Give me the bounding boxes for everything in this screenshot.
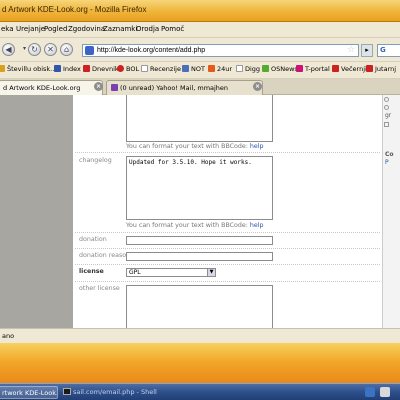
window-title: d Artwork KDE-Look.org - Mozilla Firefox (2, 5, 147, 14)
bookmark-icon (332, 65, 339, 72)
back-arrow-icon[interactable]: ◀ (2, 43, 15, 56)
other-license-label: other license (79, 285, 120, 292)
taskbar: rtwork KDE-Look.org ... sail.com/email.p… (0, 383, 400, 400)
bookmark-icon (262, 65, 269, 72)
radio-button[interactable] (384, 97, 389, 102)
other-license-textarea[interactable] (126, 285, 273, 328)
yahoo-icon (111, 84, 118, 91)
sidebar-heading: Co (385, 151, 394, 158)
left-margin (0, 95, 73, 328)
license-value: GPL (129, 269, 141, 276)
donation-field[interactable] (126, 236, 273, 245)
donation-reason-field[interactable] (126, 252, 273, 261)
page-content: You can format your text with BBCode: he… (0, 95, 400, 328)
bookmark-item[interactable]: 24ur (208, 65, 232, 76)
bookmark-star-icon[interactable]: ☆ (347, 45, 355, 55)
right-sidebar: gr Co P (382, 95, 400, 328)
bookmark-item[interactable]: Digg (236, 65, 260, 76)
bookmark-item[interactable]: Index (54, 65, 81, 76)
bookmark-icon (141, 65, 148, 72)
tab-yahoo-mail[interactable]: (0 unread) Yahoo! Mail, mmajhen (106, 80, 263, 95)
bookmark-icon (366, 65, 373, 72)
bookmarks-toolbar: Števillu obisk... Index Dnevnik BOL Rece… (0, 62, 400, 79)
close-tab-icon[interactable]: × (94, 82, 103, 91)
donation-reason-label: donation reason (79, 252, 131, 259)
tab-bar: d Artwork KDE-Look.org × (0 unread) Yaho… (0, 79, 400, 95)
bookmark-item[interactable]: OSNews (262, 65, 298, 76)
changelog-label: changelog (79, 157, 112, 164)
browser-window: d Artwork KDE-Look.org - Mozilla Firefox… (0, 0, 400, 343)
terminal-icon (63, 388, 71, 395)
donation-label: donation (79, 236, 107, 243)
bookmark-item[interactable]: Števillu obisk... (0, 65, 56, 76)
reload-icon[interactable]: ↻ (28, 43, 41, 56)
menu-item-tools[interactable]: Orodja (136, 25, 159, 33)
upload-form: You can format your text with BBCode: he… (73, 95, 382, 328)
tab-label: d Artwork KDE-Look.org (3, 84, 81, 92)
menu-item-help[interactable]: Pomoč (161, 25, 184, 33)
bbcode-hint: You can format your text with BBCode: he… (126, 143, 264, 150)
tab-label: (0 unread) Yahoo! Mail, mmajhen (120, 84, 229, 92)
sidebar-link[interactable]: P (385, 159, 389, 166)
divider (75, 152, 380, 153)
search-box[interactable]: G (377, 44, 400, 57)
divider (75, 248, 380, 249)
bookmark-icon (182, 65, 189, 72)
license-label: license (79, 268, 104, 275)
tab-kde-look[interactable]: d Artwork KDE-Look.org (0, 80, 103, 95)
title-bar[interactable]: d Artwork KDE-Look.org - Mozilla Firefox (0, 0, 400, 22)
site-favicon-icon (85, 46, 94, 55)
bookmark-item[interactable]: Recenzije (141, 65, 181, 76)
sidebar-text: gr (385, 112, 392, 119)
menu-item-view[interactable]: Pogled (44, 25, 67, 33)
license-select[interactable]: GPL ▼ (126, 268, 216, 277)
bookmark-icon (236, 65, 243, 72)
close-tab-icon[interactable]: × (253, 82, 262, 91)
bookmark-item[interactable]: Dnevnik (83, 65, 119, 76)
navigation-toolbar: ◀ ▾ ↻ ✕ ⌂ http://kde-look.org/content/ad… (0, 38, 400, 62)
search-engine-icon: G (380, 46, 386, 54)
bookmark-icon (296, 65, 303, 72)
description-textarea[interactable] (126, 95, 273, 142)
help-link[interactable]: help (250, 222, 264, 229)
bookmark-item[interactable]: Večernji (332, 65, 367, 76)
menu-item-file[interactable]: eka (1, 25, 14, 33)
menu-item-edit[interactable]: Urejanje (16, 25, 45, 33)
bookmark-item[interactable]: NOT (182, 65, 205, 76)
address-bar[interactable]: http://kde-look.org/content/add.php ☆ (82, 44, 359, 57)
bookmark-item[interactable]: BOL (117, 65, 139, 76)
desktop-wallpaper (0, 343, 400, 383)
network-icon[interactable] (365, 387, 375, 397)
address-text: http://kde-look.org/content/add.php (97, 47, 206, 54)
menu-item-history[interactable]: Zgodovina (68, 25, 105, 33)
menu-item-bookmarks[interactable]: Zaznamki (103, 25, 137, 33)
help-link[interactable]: help (250, 143, 264, 150)
divider (75, 264, 380, 265)
taskbar-item-firefox[interactable]: rtwork KDE-Look.org ... (0, 386, 58, 399)
bbcode-hint: You can format your text with BBCode: he… (126, 222, 264, 229)
status-bar: ano (0, 328, 400, 343)
stop-icon[interactable]: ✕ (44, 43, 57, 56)
bookmark-icon (117, 65, 124, 72)
bookmark-icon (83, 65, 90, 72)
radio-button[interactable] (384, 105, 389, 110)
changelog-textarea[interactable]: Updated for 3.5.10. Hope it works. (126, 156, 273, 220)
bookmark-icon (54, 65, 61, 72)
bookmark-item[interactable]: Jutarnj (366, 65, 396, 76)
checkbox[interactable] (384, 122, 389, 127)
status-text: ano (2, 332, 15, 340)
go-button[interactable]: ▸ (361, 44, 373, 57)
chevron-down-icon: ▼ (207, 269, 215, 276)
taskbar-item-shell[interactable]: sail.com/email.php - Shell (60, 386, 160, 399)
volume-icon[interactable] (380, 387, 390, 397)
bookmark-icon (0, 65, 5, 72)
bookmark-item[interactable]: T-portal (296, 65, 330, 76)
bookmark-icon (208, 65, 215, 72)
divider (75, 232, 380, 233)
menu-bar: eka Urejanje Pogled Zgodovina Zaznamki O… (0, 22, 400, 38)
divider (75, 281, 380, 282)
home-icon[interactable]: ⌂ (60, 43, 73, 56)
